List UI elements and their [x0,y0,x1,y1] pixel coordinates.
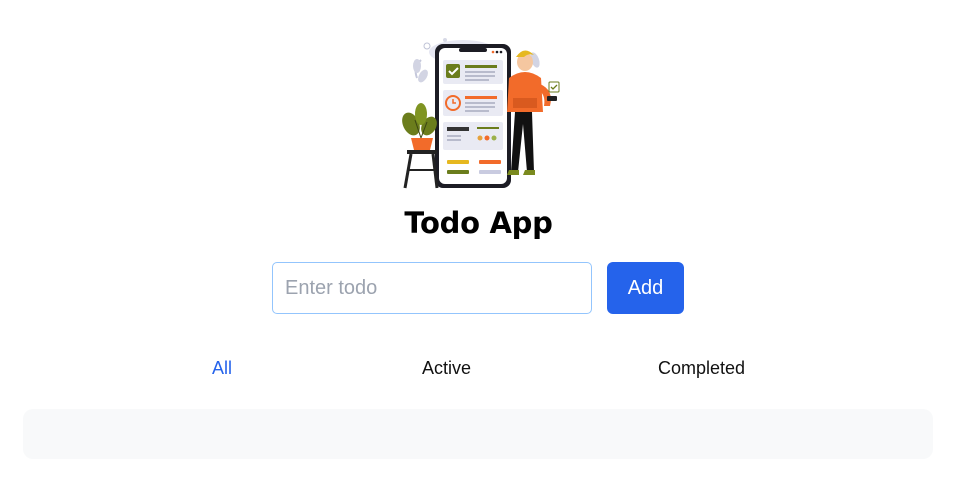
todo-app-page: Todo App Add All Active Completed [0,0,957,477]
app-title: Todo App [404,206,553,240]
filter-active-tab[interactable]: Active [422,356,471,380]
todo-phone-illustration [385,30,575,192]
todo-input[interactable] [272,262,592,314]
filter-all-tab[interactable]: All [212,356,232,380]
add-todo-button[interactable]: Add [607,262,684,314]
filter-completed-tab[interactable]: Completed [658,356,745,380]
todo-list [23,409,933,459]
